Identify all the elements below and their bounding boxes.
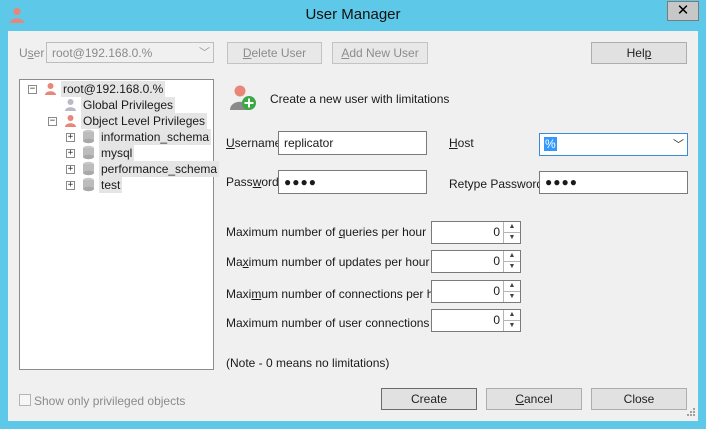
tree-node-object-privileges[interactable]: Object Level Privileges (81, 113, 208, 129)
decrement-icon[interactable]: ▼ (504, 321, 520, 332)
user-manager-window: User Manager ✕ User root@192.168.0.% ﹀ D… (0, 0, 706, 429)
close-button[interactable]: Close (591, 388, 687, 410)
database-icon (83, 129, 94, 144)
tree-node-global-privileges[interactable]: Global Privileges (81, 97, 176, 113)
max-connections-stepper[interactable]: 0 ▲ ▼ (431, 280, 521, 303)
max-updates-label: Maximum number of updates per hour (226, 255, 430, 269)
user-icon (45, 83, 56, 95)
tree-node-root[interactable]: root@192.168.0.% (61, 81, 166, 97)
resize-grip-icon[interactable] (684, 407, 696, 419)
max-user-connections-stepper[interactable]: 0 ▲ ▼ (431, 309, 521, 332)
user-label: User (19, 46, 45, 60)
expand-icon[interactable]: + (66, 181, 75, 190)
host-select-value: % (544, 137, 557, 151)
global-privileges-icon (65, 99, 76, 111)
password-input[interactable]: ●●●● (278, 170, 427, 194)
stepper-value: 0 (493, 313, 500, 327)
chevron-down-icon: ﹀ (199, 47, 210, 59)
decrement-icon[interactable]: ▼ (504, 292, 520, 303)
window-title: User Manager (305, 6, 401, 23)
stepper-buttons: ▲ ▼ (503, 310, 520, 331)
stepper-value: 0 (493, 284, 500, 298)
increment-icon[interactable]: ▲ (504, 281, 520, 292)
header-text: Create a new user with limitations (270, 92, 450, 106)
cancel-button[interactable]: Cancel (486, 388, 582, 410)
retype-password-label: Retype Password (449, 177, 544, 191)
tree-node-db[interactable]: test (99, 177, 123, 193)
stepper-buttons: ▲ ▼ (503, 281, 520, 302)
password-label: Password (226, 175, 279, 189)
max-connections-label: Maximum number of connections per hour (226, 287, 451, 301)
increment-icon[interactable]: ▲ (504, 222, 520, 233)
decrement-icon[interactable]: ▼ (504, 262, 520, 273)
max-queries-label: Maximum number of queries per hour (226, 225, 427, 239)
username-input[interactable]: replicator (278, 131, 427, 155)
decrement-icon[interactable]: ▼ (504, 233, 520, 244)
user-select-value: root@192.168.0.% (52, 46, 153, 60)
stepper-value: 0 (493, 254, 500, 268)
stepper-buttons: ▲ ▼ (503, 251, 520, 272)
expand-icon[interactable]: + (66, 165, 75, 174)
dialog-body: User root@192.168.0.% ﹀ Delete User Add … (8, 31, 698, 421)
database-icon (83, 145, 94, 160)
stepper-buttons: ▲ ▼ (503, 222, 520, 243)
limits-note: (Note - 0 means no limitations) (226, 356, 390, 370)
user-select[interactable]: root@192.168.0.% ﹀ (46, 42, 214, 63)
stepper-value: 0 (493, 225, 500, 239)
delete-user-button[interactable]: Delete User (227, 42, 322, 64)
help-button[interactable]: Help (591, 42, 687, 64)
show-only-privileged-checkbox[interactable] (19, 394, 31, 406)
host-select[interactable]: % ﹀ (539, 133, 688, 156)
create-button[interactable]: Create (381, 388, 477, 410)
add-user-icon (230, 85, 256, 110)
retype-password-input[interactable]: ●●●● (539, 171, 688, 194)
expand-icon[interactable]: + (66, 149, 75, 158)
host-label: Host (449, 136, 474, 150)
add-new-user-button[interactable]: Add New User (332, 42, 428, 64)
max-user-connections-label: Maximum number of user connections (226, 316, 430, 330)
collapse-icon[interactable]: − (28, 85, 37, 94)
increment-icon[interactable]: ▲ (504, 251, 520, 262)
close-window-button[interactable]: ✕ (667, 1, 699, 21)
database-icon (83, 161, 94, 176)
privilege-tree[interactable]: − root@192.168.0.% Global Privileges − O… (19, 79, 220, 370)
expand-icon[interactable]: + (66, 133, 75, 142)
username-label: Username (226, 136, 282, 150)
title-bar: User Manager ✕ (0, 0, 706, 31)
tree-node-db[interactable]: performance_schema (99, 161, 220, 177)
tree-node-db[interactable]: information_schema (99, 129, 212, 145)
max-queries-stepper[interactable]: 0 ▲ ▼ (431, 221, 521, 244)
chevron-down-icon: ﹀ (673, 139, 684, 151)
max-updates-stepper[interactable]: 0 ▲ ▼ (431, 250, 521, 273)
database-icon (83, 177, 94, 192)
collapse-icon[interactable]: − (48, 117, 57, 126)
tree-node-db[interactable]: mysql (99, 145, 135, 161)
increment-icon[interactable]: ▲ (504, 310, 520, 321)
show-only-privileged-label: Show only privileged objects (34, 394, 186, 408)
object-privileges-icon (65, 115, 76, 127)
